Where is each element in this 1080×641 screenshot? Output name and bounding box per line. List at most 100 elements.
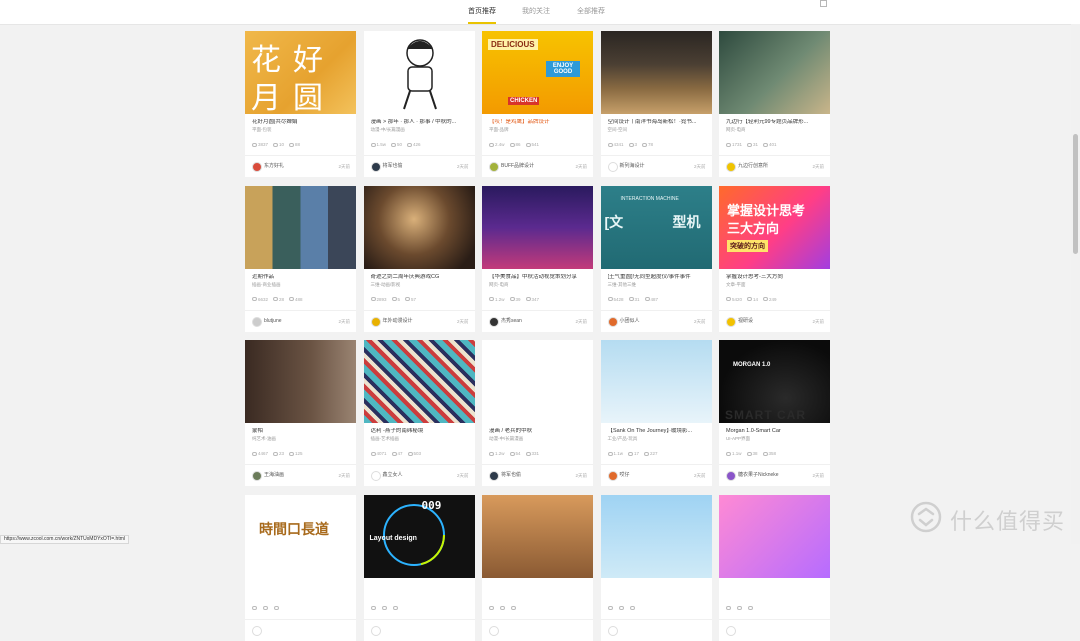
avatar[interactable] bbox=[370, 625, 381, 636]
work-thumbnail[interactable]: DELICIOUS ENJOY GOOD CHICKEN bbox=[482, 31, 593, 114]
work-title[interactable]: [土气重圆]!无同型超度仪/事件事件 bbox=[608, 274, 706, 281]
avatar[interactable] bbox=[726, 316, 736, 327]
author-name[interactable]: blutjune bbox=[264, 318, 282, 325]
tab-all-recommend[interactable]: 全部推荐 bbox=[577, 7, 605, 16]
avatar[interactable] bbox=[607, 316, 618, 327]
work-thumbnail[interactable] bbox=[719, 31, 830, 114]
work-title[interactable]: 近期作品 bbox=[252, 274, 350, 281]
work-title[interactable]: 奇迹之剑二周年庆典游戏CG bbox=[371, 274, 469, 281]
author-name[interactable]: 年外动漫设计 bbox=[383, 318, 413, 325]
work-card[interactable]: 蒙帕 纯艺术-油画 4467 23 125 王海油画 2天前 bbox=[245, 340, 356, 486]
author-name[interactable]: 杰秀sean bbox=[501, 318, 522, 325]
work-thumbnail[interactable] bbox=[482, 185, 593, 269]
avatar[interactable] bbox=[607, 162, 618, 172]
work-thumbnail[interactable] bbox=[719, 494, 830, 578]
tab-home-recommend[interactable]: 首页推荐 bbox=[468, 7, 496, 24]
card-divider bbox=[719, 618, 830, 620]
avatar[interactable] bbox=[726, 471, 736, 481]
work-card[interactable]: 漫画 / 老兵的中秋 动漫-中/长篇漫画 1.2w 54 331 将军也偷 2天前 bbox=[482, 340, 593, 486]
avatar[interactable] bbox=[726, 162, 736, 172]
work-card[interactable]: MORGAN 1.0 SMART CAR Morgan 1.0-Smart Car U… bbox=[719, 340, 830, 486]
work-thumbnail[interactable]: 花好月圆 bbox=[245, 31, 356, 114]
work-thumbnail[interactable]: 掌握设计思考 三大方向 突破的方向 bbox=[719, 185, 830, 269]
scrollbar-thumb[interactable] bbox=[1073, 134, 1078, 254]
tab-my-follow[interactable]: 我的关注 bbox=[522, 7, 550, 16]
work-thumbnail[interactable]: MORGAN 1.0 SMART CAR bbox=[719, 340, 830, 423]
work-card[interactable]: 漫画 > 那年 · 那人 · 那事 / 中秋的... 动漫-中/长篇漫画 1.5w 5… bbox=[363, 31, 475, 177]
work-card[interactable]: 【华美食品】中秋活动视觉策划分享 网页-电商 1.2w 39 347 杰秀sean 2天前 bbox=[482, 185, 593, 332]
work-thumbnail[interactable] bbox=[482, 494, 593, 578]
work-title[interactable]: 九边行【轻利元99专题页品牌形... bbox=[726, 119, 824, 126]
work-title[interactable]: 【华美食品】中秋活动视觉策划分享 bbox=[489, 274, 587, 281]
avatar[interactable] bbox=[607, 625, 618, 636]
avatar[interactable] bbox=[252, 316, 262, 327]
avatar[interactable] bbox=[489, 162, 499, 172]
author-name[interactable]: 哎仔 bbox=[620, 472, 630, 479]
avatar[interactable] bbox=[726, 625, 736, 636]
work-title[interactable]: 漫画 > 那年 · 那人 · 那事 / 中秋的... bbox=[371, 119, 469, 126]
work-title[interactable]: 掌握设计思考-三大方向 bbox=[726, 274, 824, 281]
work-card[interactable]: 時間口長道 bbox=[245, 494, 356, 641]
avatar[interactable] bbox=[370, 471, 381, 481]
work-thumbnail[interactable] bbox=[600, 340, 712, 423]
avatar[interactable] bbox=[252, 162, 262, 172]
avatar[interactable] bbox=[370, 316, 381, 327]
author-name[interactable]: 东方好礼 bbox=[264, 163, 284, 170]
stat-comments: 17 bbox=[628, 451, 639, 456]
author-name[interactable]: BUFF品牌设计 bbox=[501, 163, 534, 170]
author-name[interactable]: 将军也偷 bbox=[383, 163, 403, 170]
author-name[interactable]: 糖衣果子Nickneke bbox=[738, 472, 779, 479]
work-card[interactable]: DELICIOUS ENJOY GOOD CHICKEN 【哎！是鸡鹰】品牌设计 平面-… bbox=[482, 31, 593, 177]
avatar[interactable] bbox=[252, 471, 262, 481]
avatar[interactable] bbox=[370, 162, 381, 172]
work-card[interactable] bbox=[600, 494, 712, 641]
avatar[interactable] bbox=[252, 625, 262, 636]
work-thumbnail[interactable] bbox=[482, 340, 593, 423]
work-card[interactable]: 009 Layout design bbox=[363, 494, 475, 641]
work-thumbnail[interactable]: 時間口長道 bbox=[245, 494, 356, 578]
work-card[interactable] bbox=[482, 494, 593, 641]
work-title[interactable]: 漫画 / 老兵的中秋 bbox=[489, 428, 587, 435]
vertical-scrollbar[interactable] bbox=[1071, 24, 1080, 544]
work-card[interactable]: 空间设计丨南洋书海岛新松！·霓书... 空间-空间 4341 3 78 新列海设计 2天前 bbox=[600, 31, 712, 177]
card-divider bbox=[363, 618, 475, 620]
work-title[interactable]: Morgan 1.0-Smart Car bbox=[726, 428, 824, 435]
author-name[interactable]: 将军也偷 bbox=[501, 472, 521, 479]
work-title[interactable]: 【哎！是鸡鹰】品牌设计 bbox=[489, 119, 587, 126]
work-thumbnail[interactable] bbox=[600, 31, 712, 114]
work-thumbnail[interactable] bbox=[600, 494, 712, 578]
work-thumbnail[interactable] bbox=[363, 185, 475, 269]
author-name[interactable]: 视研设 bbox=[738, 318, 753, 325]
work-card[interactable]: 近期作品 插画-商业插画 6632 28 488 blutjune 2天前 bbox=[245, 185, 356, 332]
avatar[interactable] bbox=[489, 316, 499, 327]
work-card[interactable]: 达利 -燕子的南纬秘境 插画-艺术插画 4071 47 503 鑫立女人 2天前 bbox=[363, 340, 475, 486]
author-name[interactable]: 小团似人 bbox=[620, 318, 640, 325]
work-title[interactable]: 蒙帕 bbox=[252, 428, 350, 435]
avatar[interactable] bbox=[607, 471, 618, 481]
stat-comments-value: 3 bbox=[634, 142, 638, 147]
author-name[interactable]: 九边行创意所 bbox=[738, 163, 768, 170]
work-thumbnail[interactable] bbox=[245, 185, 356, 269]
work-title[interactable]: 花好月圆|共尽婵娟 bbox=[252, 119, 350, 126]
work-title[interactable]: 【Sank On The Journey】·缓境影... bbox=[608, 428, 706, 435]
work-card[interactable]: 奇迹之剑二周年庆典游戏CG 三维-动画/影视 2893 5 57 年外动漫设计 2天前 bbox=[363, 185, 475, 332]
work-card[interactable]: 花好月圆花好月圆|共尽婵娟 平面-包装 3837 10 88 东方好礼 2天前 bbox=[245, 31, 356, 177]
author-name[interactable]: 新列海设计 bbox=[620, 163, 645, 170]
work-card[interactable]: 九边行【轻利元99专题页品牌形... 网页-电商 1731 31 401 九边行创意所 2天… bbox=[719, 31, 830, 177]
work-thumbnail[interactable] bbox=[363, 340, 475, 423]
work-title[interactable]: 空间设计丨南洋书海岛新松！·霓书... bbox=[608, 119, 706, 126]
author-name[interactable]: 王海油画 bbox=[264, 472, 284, 479]
work-card[interactable]: 【Sank On The Journey】·缓境影... 工业/产品-玩具 1.1w… bbox=[600, 340, 712, 486]
work-thumbnail[interactable]: [文 型机 INTERACTION MACHINE bbox=[600, 185, 712, 269]
work-card[interactable] bbox=[719, 494, 830, 641]
avatar[interactable] bbox=[489, 471, 499, 481]
work-card[interactable]: 掌握设计思考 三大方向 突破的方向 掌握设计思考-三大方向 文章-平面 5420 14 249… bbox=[719, 185, 830, 332]
work-thumbnail[interactable] bbox=[363, 31, 475, 114]
work-thumbnail[interactable] bbox=[245, 340, 356, 423]
avatar[interactable] bbox=[489, 625, 499, 636]
work-card[interactable]: [文 型机 INTERACTION MACHINE [土气重圆]!无同型超度仪/事件事… bbox=[600, 185, 712, 332]
work-thumbnail[interactable]: 009 Layout design bbox=[363, 494, 475, 578]
author-name[interactable]: 鑫立女人 bbox=[383, 472, 403, 479]
stat-views: 1.2w bbox=[489, 451, 505, 456]
work-title[interactable]: 达利 -燕子的南纬秘境 bbox=[371, 428, 469, 435]
